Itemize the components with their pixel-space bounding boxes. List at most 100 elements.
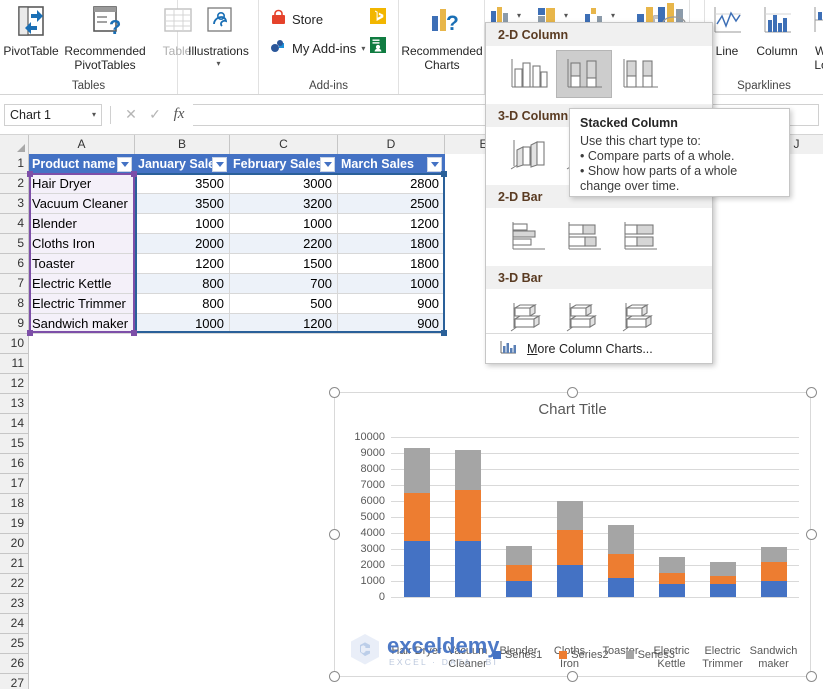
empty-cell[interactable] [135, 454, 230, 474]
chart-bar-segment[interactable] [709, 576, 736, 585]
chart-bar-column[interactable] [403, 448, 430, 597]
empty-cell[interactable] [135, 434, 230, 454]
chart-bar-segment[interactable] [607, 577, 634, 597]
empty-cell[interactable] [230, 434, 338, 454]
table-cell[interactable]: 2800 [338, 174, 445, 194]
empty-cell[interactable] [135, 354, 230, 374]
empty-cell[interactable] [29, 634, 135, 654]
gallery-item-stacked-bar[interactable] [556, 212, 612, 260]
empty-cell[interactable] [757, 334, 823, 354]
empty-cell[interactable] [29, 474, 135, 494]
chart-bar-segment[interactable] [607, 553, 634, 578]
column-header-b[interactable]: B [135, 135, 230, 154]
row-header-8[interactable]: 8 [0, 294, 29, 314]
row-header-5[interactable]: 5 [0, 234, 29, 254]
empty-cell[interactable] [29, 514, 135, 534]
my-addins-chevron-down-icon[interactable]: ▾ [361, 44, 365, 53]
selection-handle-purple-br[interactable] [131, 330, 137, 336]
chart-bar-segment[interactable] [709, 561, 736, 577]
empty-cell[interactable] [135, 594, 230, 614]
chart-handle-bl[interactable] [329, 671, 340, 682]
empty-cell[interactable] [230, 514, 338, 534]
table-cell[interactable]: Sandwich maker [29, 314, 135, 334]
row-header-13[interactable]: 13 [0, 394, 29, 414]
chart-handle-mr[interactable] [806, 529, 817, 540]
row-header-24[interactable]: 24 [0, 614, 29, 634]
empty-cell[interactable] [135, 534, 230, 554]
selection-handle-blue-br[interactable] [441, 330, 447, 336]
table-header-cell[interactable]: February Sales [230, 154, 338, 174]
empty-cell[interactable] [757, 314, 823, 334]
empty-cell[interactable] [230, 654, 338, 674]
empty-cell[interactable] [29, 614, 135, 634]
name-box[interactable]: Chart 1 ▾ [4, 103, 102, 126]
empty-cell[interactable] [29, 434, 135, 454]
table-cell[interactable]: Hair Dryer [29, 174, 135, 194]
insert-column-chart-chevron-down-icon[interactable]: ▾ [517, 11, 521, 20]
empty-cell[interactable] [523, 374, 601, 394]
chart-legend[interactable]: Series1 Series2 Series3 [493, 649, 675, 661]
empty-cell[interactable] [230, 554, 338, 574]
chart-object[interactable]: Chart Title 10000 9000 8000 7000 6000 5000 400… [334, 392, 811, 677]
empty-cell[interactable] [230, 394, 338, 414]
name-box-chevron-down-icon[interactable]: ▾ [92, 110, 96, 119]
empty-cell[interactable] [135, 634, 230, 654]
chart-bar-column[interactable] [607, 525, 634, 597]
chart-bar-segment[interactable] [760, 561, 787, 581]
insert-waterfall-chart-chevron-down-icon[interactable]: ▾ [611, 11, 615, 20]
row-header-4[interactable]: 4 [0, 214, 29, 234]
filter-dropdown-icon[interactable] [427, 157, 442, 172]
empty-cell[interactable] [230, 354, 338, 374]
confirm-icon[interactable]: ✓ [143, 104, 167, 126]
table-cell[interactable]: 3500 [135, 194, 230, 214]
row-header-18[interactable]: 18 [0, 494, 29, 514]
table-cell[interactable]: 1500 [230, 254, 338, 274]
recommended-pivottables-button[interactable]: ? Recommended PivotTables [62, 2, 148, 72]
chart-handle-ml[interactable] [329, 529, 340, 540]
chart-handle-tr[interactable] [806, 387, 817, 398]
insert-hierarchy-chart-chevron-down-icon[interactable]: ▾ [564, 11, 568, 20]
empty-cell[interactable] [29, 654, 135, 674]
row-header-15[interactable]: 15 [0, 434, 29, 454]
chart-bar-segment[interactable] [760, 581, 787, 597]
empty-cell[interactable] [679, 374, 757, 394]
row-header-1[interactable]: 1 [0, 154, 29, 174]
empty-cell[interactable] [445, 374, 523, 394]
store-button[interactable]: Store [270, 9, 323, 29]
empty-cell[interactable] [230, 534, 338, 554]
row-header-2[interactable]: 2 [0, 174, 29, 194]
table-cell[interactable]: 900 [338, 294, 445, 314]
empty-cell[interactable] [230, 614, 338, 634]
row-header-25[interactable]: 25 [0, 634, 29, 654]
table-cell[interactable]: 2500 [338, 194, 445, 214]
column-header-a[interactable]: A [29, 135, 135, 154]
empty-cell[interactable] [29, 374, 135, 394]
chart-handle-tl[interactable] [329, 387, 340, 398]
empty-cell[interactable] [757, 194, 823, 214]
row-header-14[interactable]: 14 [0, 414, 29, 434]
chart-handle-br[interactable] [806, 671, 817, 682]
empty-cell[interactable] [230, 474, 338, 494]
chart-bar-segment[interactable] [709, 584, 736, 597]
selection-handle-purple-bl[interactable] [27, 330, 33, 336]
chart-bar-column[interactable] [709, 561, 736, 597]
empty-cell[interactable] [29, 414, 135, 434]
filter-dropdown-icon[interactable] [320, 157, 335, 172]
table-cell[interactable]: Electric Kettle [29, 274, 135, 294]
row-header-16[interactable]: 16 [0, 454, 29, 474]
chart-bar-segment[interactable] [658, 584, 685, 597]
empty-cell[interactable] [135, 394, 230, 414]
table-cell[interactable]: 3000 [230, 174, 338, 194]
table-cell[interactable]: 700 [230, 274, 338, 294]
chart-handle-tc[interactable] [567, 387, 578, 398]
empty-cell[interactable] [757, 354, 823, 374]
empty-cell[interactable] [230, 574, 338, 594]
chart-bar-column[interactable] [454, 449, 481, 597]
empty-cell[interactable] [29, 574, 135, 594]
pivottable-button[interactable]: PivotTable [0, 2, 62, 58]
column-header-d[interactable]: D [338, 135, 445, 154]
chart-bar-segment[interactable] [403, 493, 430, 541]
empty-cell[interactable] [29, 394, 135, 414]
table-cell[interactable]: 3500 [135, 174, 230, 194]
sparkline-column-button[interactable]: Column [749, 2, 805, 58]
